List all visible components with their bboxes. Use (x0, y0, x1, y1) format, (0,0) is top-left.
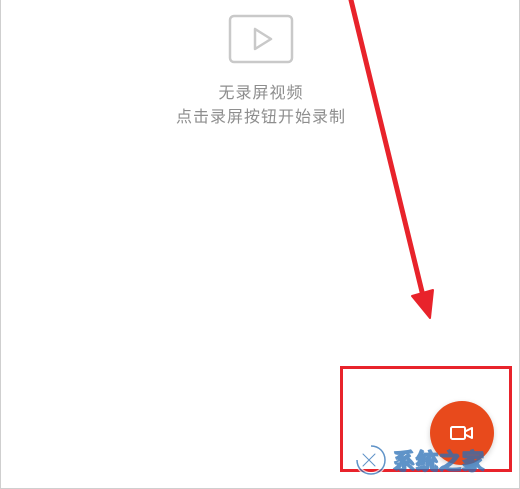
empty-state: 无录屏视频 点击录屏按钮开始录制 (141, 14, 381, 128)
watermark: 系统之家 (353, 440, 515, 480)
empty-state-subtitle: 点击录屏按钮开始录制 (175, 107, 346, 126)
empty-state-title: 无录屏视频 (218, 83, 304, 102)
watermark-text: 系统之家 (392, 449, 486, 476)
screen-recording-screen: 无录屏视频 点击录屏按钮开始录制 系统之家 (0, 0, 520, 489)
watermark-logo-icon (355, 444, 388, 477)
video-play-icon (228, 14, 294, 64)
